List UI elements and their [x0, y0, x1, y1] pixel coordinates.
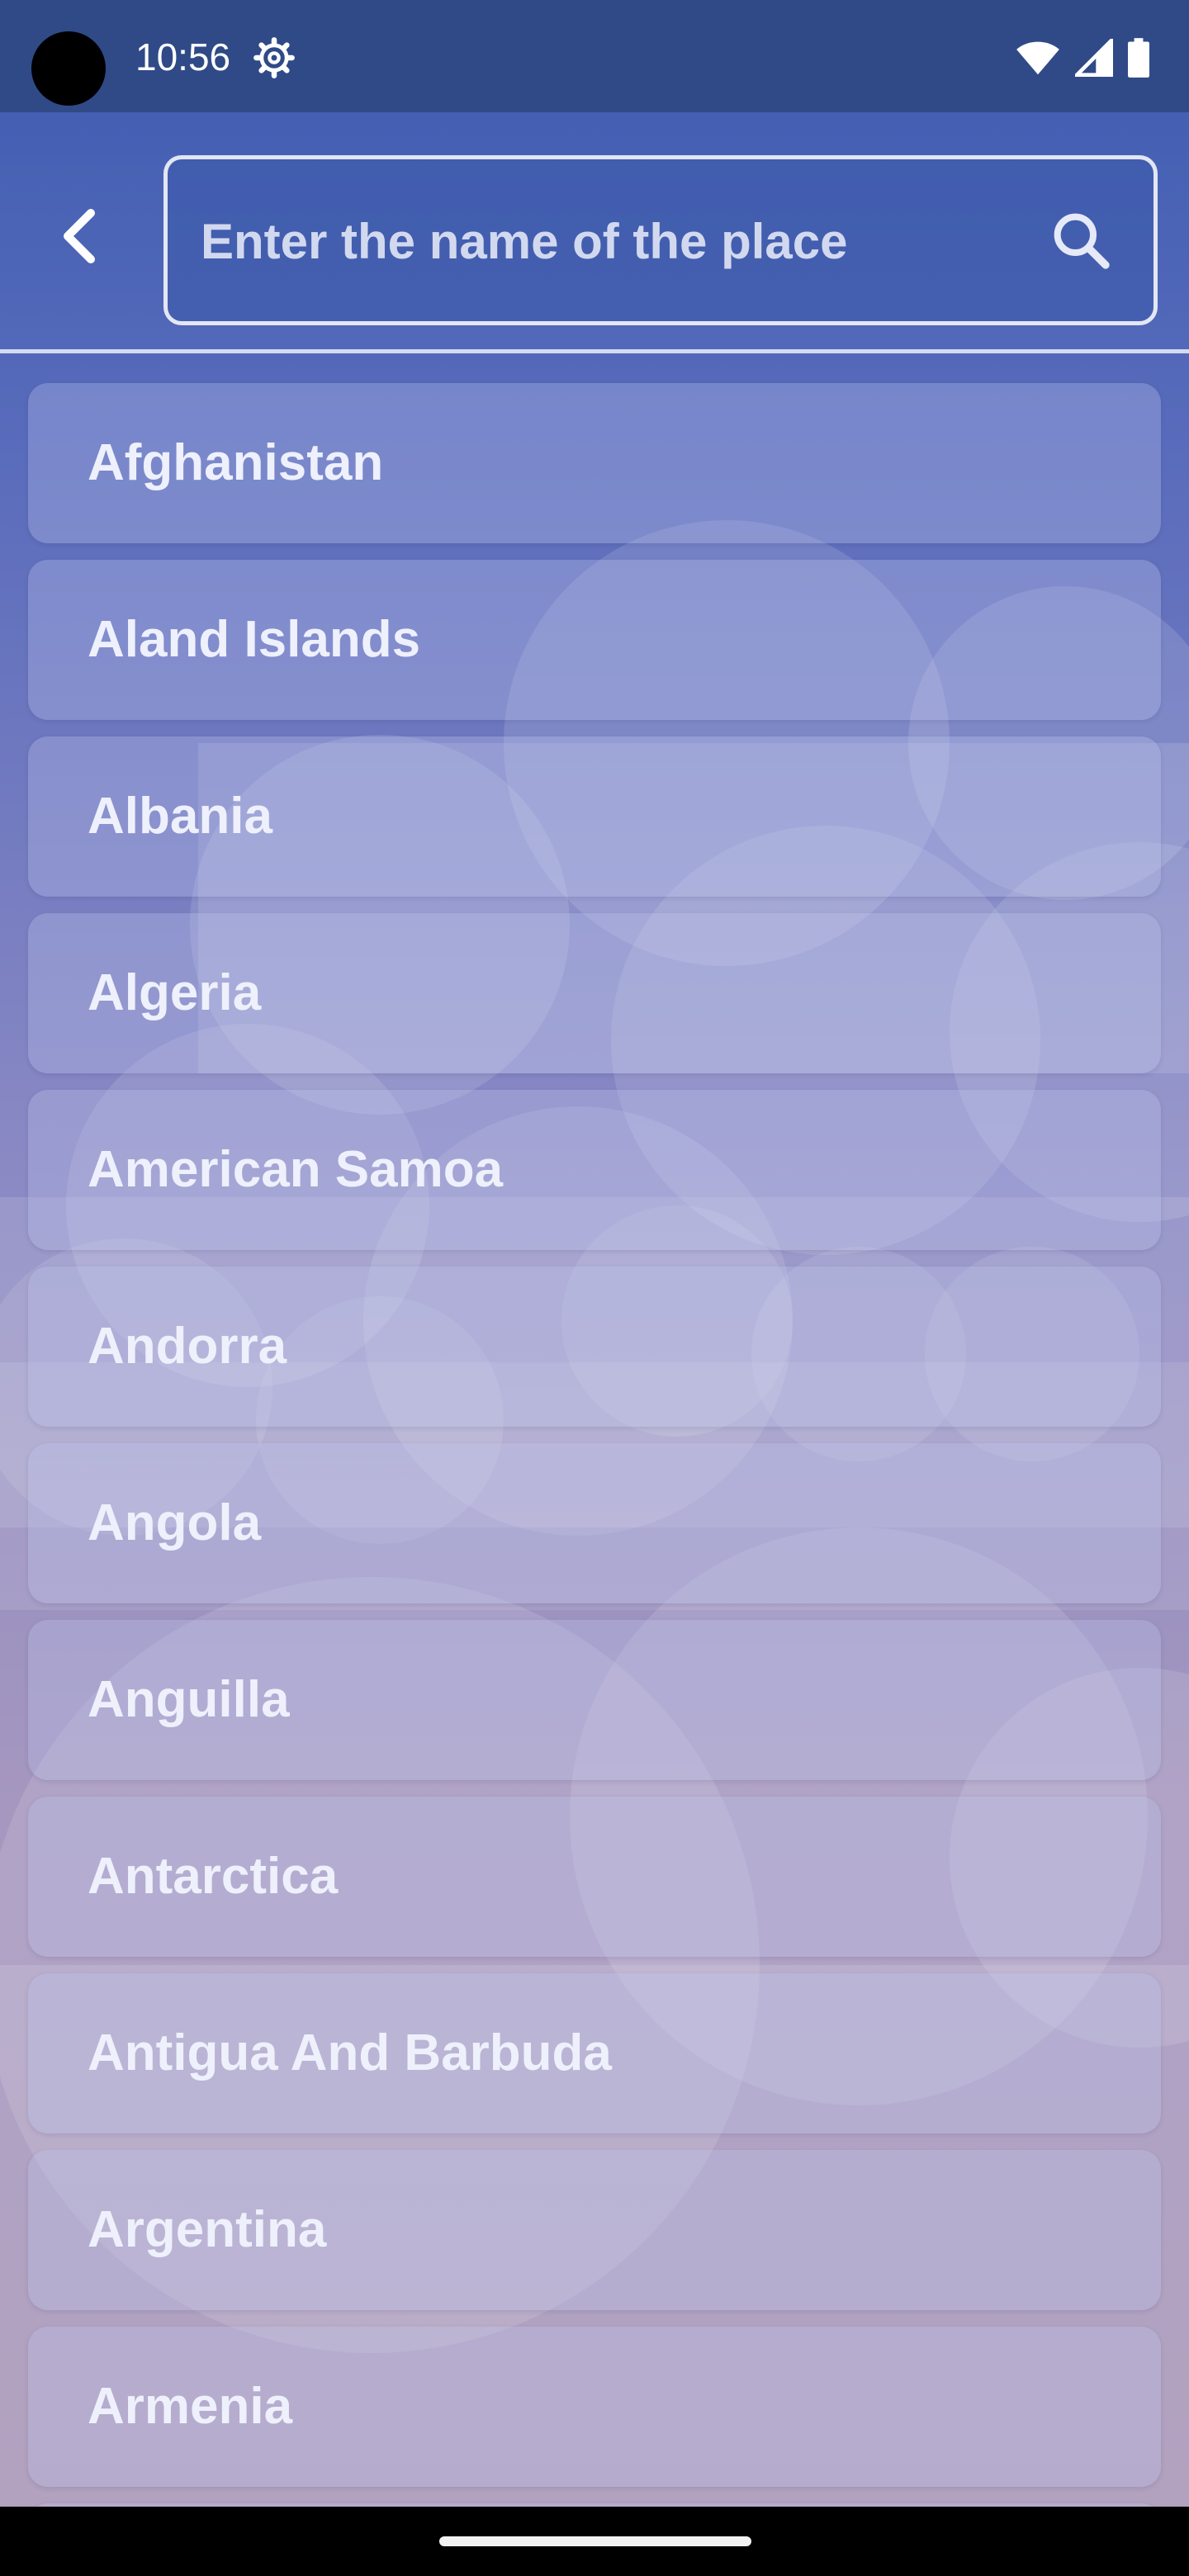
list-item-label: Angola	[88, 1494, 262, 1551]
screen: 10:56 Enter the name of the place Afghan…	[0, 0, 1189, 2576]
country-list: Afghanistan Aland Islands Albania Algeri…	[28, 383, 1161, 2576]
list-item[interactable]: Anguilla	[28, 1620, 1161, 1780]
status-icons	[1016, 36, 1149, 79]
list-item[interactable]: Algeria	[28, 913, 1161, 1073]
list-item-label: Andorra	[88, 1318, 287, 1375]
list-item-label: Anguilla	[88, 1671, 290, 1728]
list-item-label: Albania	[88, 788, 272, 845]
list-item[interactable]: Armenia	[28, 2327, 1161, 2487]
list-item[interactable]: Antarctica	[28, 1797, 1161, 1957]
header-divider	[0, 349, 1189, 353]
search-icon[interactable]	[1048, 207, 1114, 273]
list-item-label: American Samoa	[88, 1141, 504, 1198]
status-time: 10:56	[135, 36, 231, 78]
list-item[interactable]: Albania	[28, 736, 1161, 897]
status-bar: 10:56	[0, 0, 1189, 112]
list-item-label: Afghanistan	[88, 434, 384, 491]
list-item[interactable]: Angola	[28, 1443, 1161, 1603]
list-item[interactable]: Argentina	[28, 2150, 1161, 2310]
list-item[interactable]: Antigua And Barbuda	[28, 1973, 1161, 2133]
system-nav-bar	[0, 2507, 1189, 2576]
cellular-signal-icon	[1075, 39, 1113, 77]
header	[0, 112, 1189, 353]
list-item[interactable]: Andorra	[28, 1267, 1161, 1427]
list-item[interactable]: American Samoa	[28, 1090, 1161, 1250]
search-box[interactable]	[163, 155, 1158, 325]
list-item-label: Aland Islands	[88, 611, 421, 668]
list-item[interactable]: Afghanistan	[28, 383, 1161, 543]
list-item-label: Argentina	[88, 2201, 327, 2258]
list-item[interactable]: Aland Islands	[28, 560, 1161, 720]
list-item-label: Armenia	[88, 2378, 293, 2435]
back-button[interactable]	[46, 203, 112, 269]
list-item-label: Antarctica	[88, 1848, 339, 1905]
chevron-left-icon	[64, 209, 95, 263]
settings-gear-icon	[253, 37, 295, 78]
camera-cutout	[31, 31, 106, 106]
search-input[interactable]	[199, 159, 1028, 323]
list-item-label: Antigua And Barbuda	[88, 2024, 612, 2081]
list-item-label: Algeria	[88, 964, 262, 1021]
wifi-icon	[1016, 41, 1059, 75]
home-indicator[interactable]	[439, 2536, 751, 2546]
battery-icon	[1128, 38, 1149, 78]
